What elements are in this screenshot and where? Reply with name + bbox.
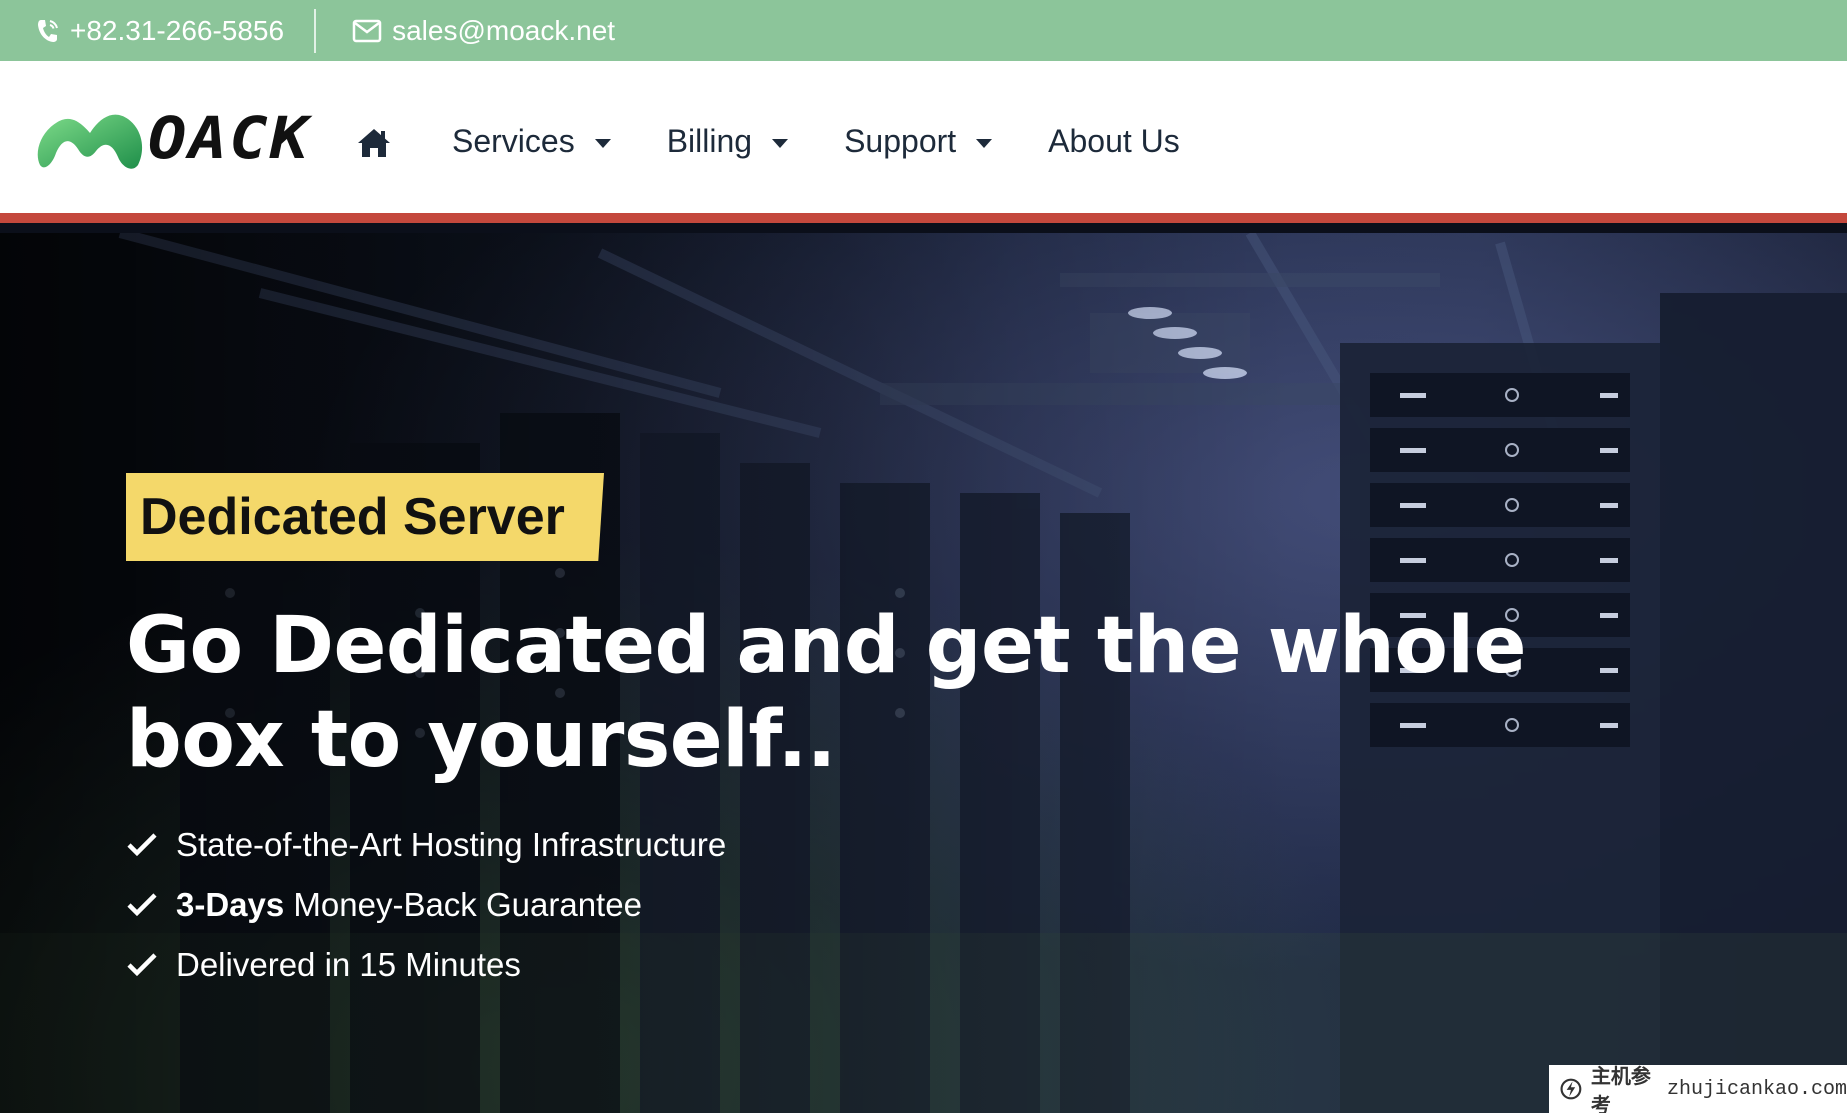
- nav-billing[interactable]: Billing: [666, 123, 789, 160]
- phone-link[interactable]: +82.31-266-5856: [0, 0, 314, 61]
- caret-down-icon: [976, 139, 993, 148]
- home-icon: [358, 129, 390, 157]
- nav-about-us-label: About Us: [1048, 123, 1180, 159]
- feature-list: State-of-the-Art Hosting Infrastructure …: [126, 815, 726, 995]
- watermark-badge: 主机参考 zhujicankao.com: [1549, 1065, 1847, 1113]
- nav-support-label: Support: [844, 123, 957, 159]
- topbar-divider: [314, 8, 317, 53]
- logo-wordmark: OACK: [148, 104, 311, 172]
- caret-down-icon: [594, 139, 611, 148]
- main-nav: Services Billing Support About Us: [452, 123, 1236, 160]
- feature-item: State-of-the-Art Hosting Infrastructure: [126, 815, 726, 875]
- top-contact-bar: +82.31-266-5856 sales@moack.net: [0, 0, 1847, 61]
- logo-mark-icon: [37, 114, 143, 169]
- feature-item: 3-Days Money-Back Guarantee: [126, 875, 726, 935]
- phone-icon: [38, 19, 58, 42]
- nav-services-label: Services: [452, 123, 575, 159]
- checkmark-icon: [127, 893, 157, 917]
- nav-services[interactable]: Services: [452, 123, 611, 160]
- phone-number: +82.31-266-5856: [70, 14, 285, 46]
- site-header: OACK Services Billing Support About Us: [0, 61, 1847, 223]
- nav-about-us[interactable]: About Us: [1048, 123, 1180, 160]
- feature-text: Delivered in 15 Minutes: [176, 946, 521, 983]
- feature-highlight: 3-Days: [176, 886, 285, 923]
- hero-headline-line-1: Go Dedicated and get the whole: [126, 601, 1527, 691]
- email-link[interactable]: sales@moack.net: [352, 0, 615, 61]
- hero-headline: Go Dedicated and get the whole box to yo…: [126, 599, 1626, 787]
- hero-headline-line-2: box to yourself..: [126, 695, 836, 785]
- hero-section: Dedicated Server Go Dedicated and get th…: [0, 233, 1847, 1113]
- feature-text: State-of-the-Art Hosting Infrastructure: [176, 826, 727, 863]
- watermark-cn-text: 主机参考: [1590, 1066, 1651, 1113]
- header-accent-line: [0, 213, 1847, 223]
- checkmark-icon: [127, 953, 157, 977]
- watermark-domain: zhujicankao.com: [1666, 1077, 1847, 1101]
- nav-billing-label: Billing: [666, 123, 753, 159]
- email-address: sales@moack.net: [392, 14, 616, 46]
- page: +82.31-266-5856 sales@moack.net OACK Ser…: [0, 0, 1847, 1113]
- caret-down-icon: [772, 139, 789, 148]
- feature-item: Delivered in 15 Minutes: [126, 935, 726, 995]
- home-link[interactable]: [356, 127, 392, 164]
- hero-tag: Dedicated Server: [126, 473, 604, 561]
- nav-support[interactable]: Support: [844, 123, 993, 160]
- site-logo[interactable]: OACK: [34, 103, 308, 173]
- feature-text: 3-Days Money-Back Guarantee: [176, 886, 642, 923]
- watermark-logo-icon: [1560, 1078, 1582, 1100]
- checkmark-icon: [127, 833, 157, 857]
- envelope-icon: [352, 19, 382, 42]
